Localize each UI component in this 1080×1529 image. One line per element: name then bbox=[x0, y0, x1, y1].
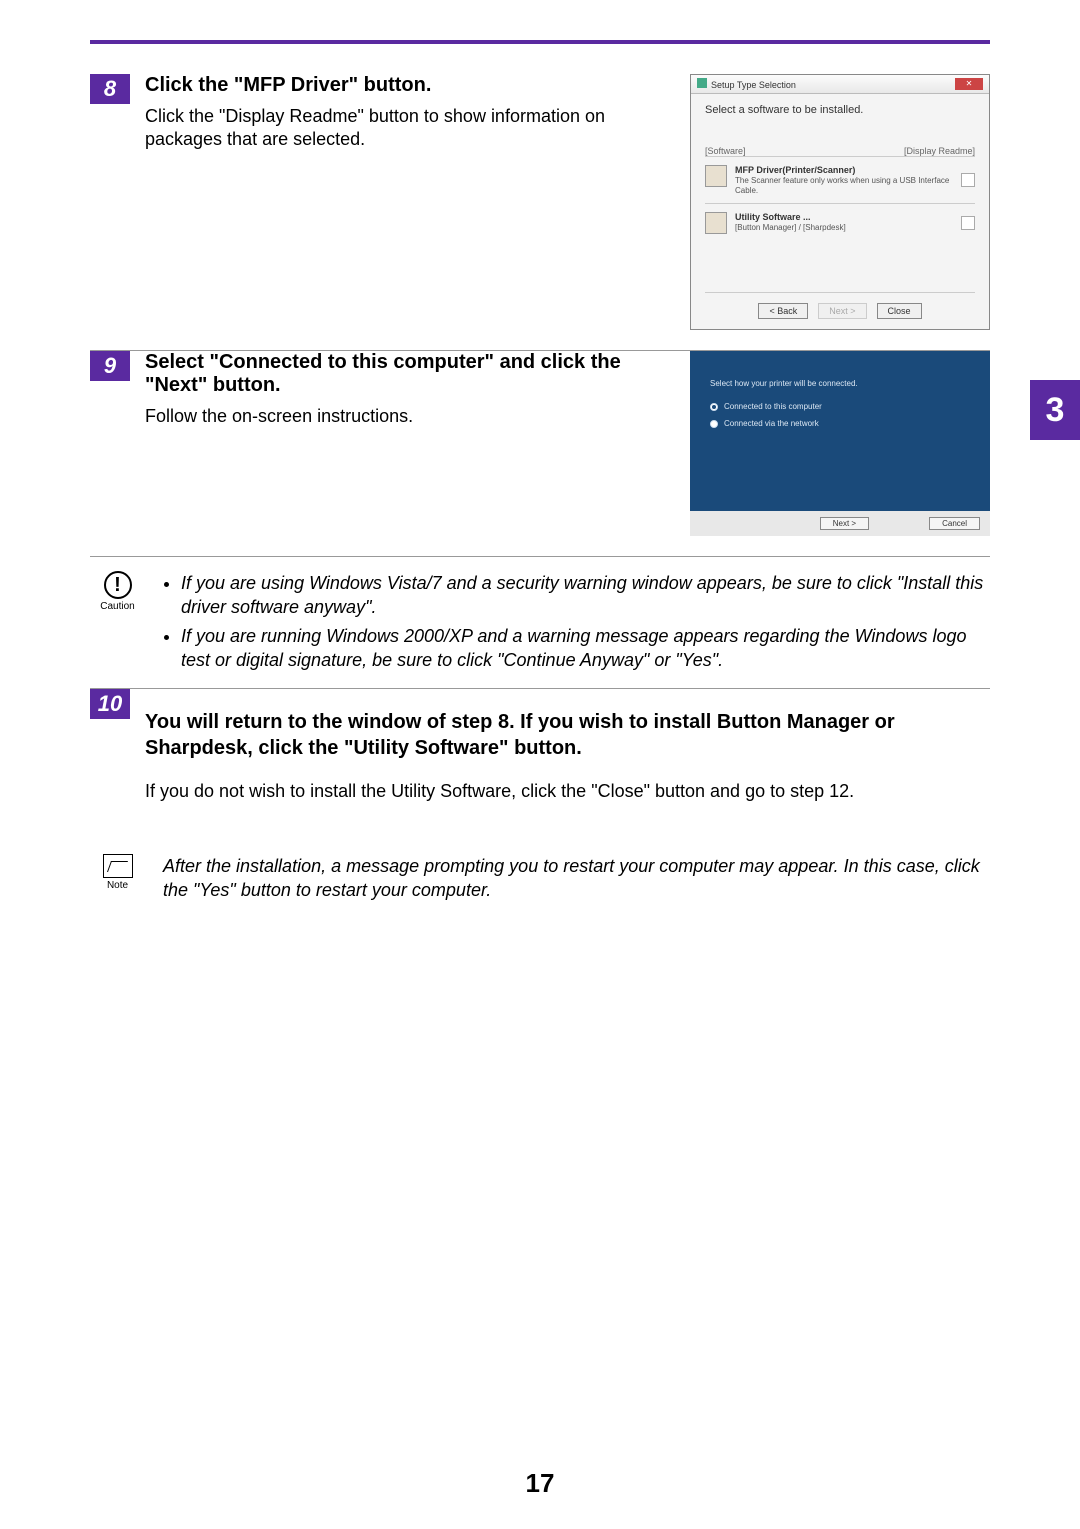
top-rule bbox=[90, 40, 990, 44]
next-button[interactable]: Next > bbox=[820, 517, 869, 530]
caution-item-1: If you are using Windows Vista/7 and a s… bbox=[181, 571, 990, 620]
note-icon bbox=[103, 854, 133, 878]
caution-icon: ! bbox=[104, 571, 132, 599]
page-number: 17 bbox=[0, 1468, 1080, 1499]
window-heading: Select a software to be installed. bbox=[705, 104, 975, 116]
cancel-button[interactable]: Cancel bbox=[929, 517, 980, 530]
caution-label: Caution bbox=[90, 601, 145, 612]
chapter-tab: 3 bbox=[1030, 380, 1080, 440]
close-button[interactable]: Close bbox=[877, 303, 922, 319]
utility-title: Utility Software ... bbox=[735, 212, 953, 222]
step-8-title: Click the "MFP Driver" button. bbox=[145, 74, 670, 97]
opt1-label: Connected to this computer bbox=[724, 402, 822, 411]
display-readme-label[interactable]: [Display Readme] bbox=[904, 146, 975, 156]
arrow-icon[interactable] bbox=[961, 216, 975, 230]
connection-hint: Select how your printer will be connecte… bbox=[710, 379, 970, 388]
radio-selected-icon bbox=[710, 403, 718, 411]
connected-via-network-option[interactable]: Connected via the network bbox=[710, 419, 970, 428]
close-icon[interactable]: ✕ bbox=[955, 78, 983, 90]
step-number-10: 10 bbox=[90, 689, 130, 719]
step-10-body: If you do not wish to install the Utilit… bbox=[145, 781, 990, 802]
software-label: [Software] bbox=[705, 146, 746, 156]
step-number-9: 9 bbox=[90, 351, 130, 381]
printer-icon bbox=[705, 165, 727, 187]
setup-type-window: Setup Type Selection ✕ Select a software… bbox=[690, 74, 990, 330]
next-button: Next > bbox=[818, 303, 866, 319]
window-icon bbox=[697, 78, 707, 88]
note-text: After the installation, a message prompt… bbox=[163, 854, 990, 903]
mfp-driver-item[interactable]: MFP Driver(Printer/Scanner) The Scanner … bbox=[705, 156, 975, 203]
window-title: Setup Type Selection bbox=[711, 80, 796, 90]
note-block: Note After the installation, a message p… bbox=[90, 840, 990, 915]
utility-icon bbox=[705, 212, 727, 234]
back-button[interactable]: < Back bbox=[758, 303, 808, 319]
opt2-label: Connected via the network bbox=[724, 419, 819, 428]
note-label: Note bbox=[90, 880, 145, 891]
arrow-icon[interactable] bbox=[961, 173, 975, 187]
step-number-8: 8 bbox=[90, 74, 130, 104]
step-10: 10 You will return to the window of step… bbox=[90, 688, 990, 820]
connected-to-computer-option[interactable]: Connected to this computer bbox=[710, 402, 970, 411]
mfp-driver-title: MFP Driver(Printer/Scanner) bbox=[735, 165, 953, 175]
step-8-body: Click the "Display Readme" button to sho… bbox=[145, 105, 670, 152]
step-8: 8 Click the "MFP Driver" button. Click t… bbox=[90, 74, 990, 330]
step-10-title: You will return to the window of step 8.… bbox=[145, 709, 990, 761]
step-9-body: Follow the on-screen instructions. bbox=[145, 405, 670, 428]
caution-block: ! Caution If you are using Windows Vista… bbox=[90, 556, 990, 688]
utility-desc: [Button Manager] / [Sharpdesk] bbox=[735, 223, 846, 232]
caution-item-2: If you are running Windows 2000/XP and a… bbox=[181, 624, 990, 673]
utility-software-item[interactable]: Utility Software ... [Button Manager] / … bbox=[705, 203, 975, 242]
step-9: 9 Select "Connected to this computer" an… bbox=[90, 350, 990, 536]
step-9-title: Select "Connected to this computer" and … bbox=[145, 351, 670, 397]
connection-window: Select how your printer will be connecte… bbox=[690, 351, 990, 536]
radio-icon bbox=[710, 420, 718, 428]
mfp-driver-desc: The Scanner feature only works when usin… bbox=[735, 176, 949, 195]
